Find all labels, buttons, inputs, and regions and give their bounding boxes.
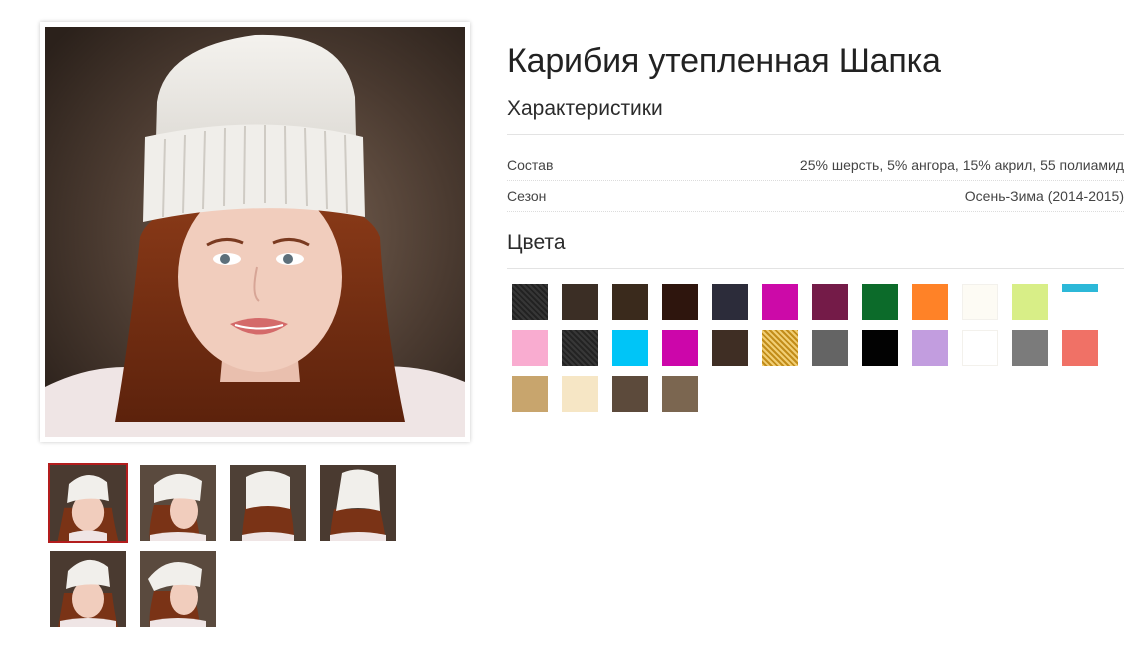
color-swatch-23[interactable]: [1012, 330, 1048, 366]
product-image: [45, 27, 465, 437]
spec-row-season: Сезон Осень-Зима (2014-2015): [507, 181, 1124, 212]
thumbnail-image: [230, 465, 306, 541]
color-swatch-16[interactable]: [662, 330, 698, 366]
colors-divider: [507, 268, 1124, 269]
spec-value: 25% шерсть, 5% ангора, 15% акрил, 55 пол…: [799, 157, 1124, 173]
color-swatch-19[interactable]: [812, 330, 848, 366]
model-portrait-illustration: [45, 27, 465, 437]
thumbnail-image: [50, 465, 126, 541]
thumbnail-image: [320, 465, 396, 541]
thumbnail-2[interactable]: [140, 465, 216, 541]
spec-label: Состав: [507, 157, 554, 173]
thumbnail-5[interactable]: [50, 551, 126, 627]
color-swatch-20[interactable]: [862, 330, 898, 366]
color-swatch-4[interactable]: [662, 284, 698, 320]
color-swatch-28[interactable]: [662, 376, 698, 412]
color-swatch-14[interactable]: [562, 330, 598, 366]
color-swatch-24[interactable]: [1062, 330, 1098, 366]
spec-row-composition: Состав 25% шерсть, 5% ангора, 15% акрил,…: [507, 150, 1124, 181]
color-swatch-17[interactable]: [712, 330, 748, 366]
color-swatch-18[interactable]: [762, 330, 798, 366]
color-swatch-21[interactable]: [912, 330, 948, 366]
color-swatch-7[interactable]: [812, 284, 848, 320]
thumbnail-image: [50, 551, 126, 627]
color-swatch-13[interactable]: [512, 330, 548, 366]
spec-value: Осень-Зима (2014-2015): [964, 188, 1124, 204]
color-swatch-2[interactable]: [562, 284, 598, 320]
thumbnail-4[interactable]: [320, 465, 396, 541]
color-swatch-27[interactable]: [612, 376, 648, 412]
thumbnail-image: [140, 465, 216, 541]
spec-label: Сезон: [507, 188, 547, 204]
color-swatch-26[interactable]: [562, 376, 598, 412]
product-title: Карибия утепленная Шапка: [507, 42, 941, 80]
color-swatch-6[interactable]: [762, 284, 798, 320]
color-swatch-11[interactable]: [1012, 284, 1048, 320]
color-swatch-8[interactable]: [862, 284, 898, 320]
colors-heading: Цвета: [507, 231, 566, 254]
characteristics-heading: Характеристики: [507, 97, 663, 120]
thumbnail-3[interactable]: [230, 465, 306, 541]
color-swatch-5[interactable]: [712, 284, 748, 320]
main-product-photo[interactable]: [40, 22, 470, 442]
thumbnail-image: [140, 551, 216, 627]
color-swatch-25[interactable]: [512, 376, 548, 412]
color-swatch-1[interactable]: [512, 284, 548, 320]
color-swatch-3[interactable]: [612, 284, 648, 320]
characteristics-divider: [507, 134, 1124, 135]
color-swatch-22[interactable]: [962, 330, 998, 366]
color-swatch-12[interactable]: [1062, 284, 1098, 292]
color-swatch-9[interactable]: [912, 284, 948, 320]
thumbnail-1[interactable]: [48, 463, 128, 543]
color-swatch-10[interactable]: [962, 284, 998, 320]
color-swatch-15[interactable]: [612, 330, 648, 366]
thumbnail-6[interactable]: [140, 551, 216, 627]
